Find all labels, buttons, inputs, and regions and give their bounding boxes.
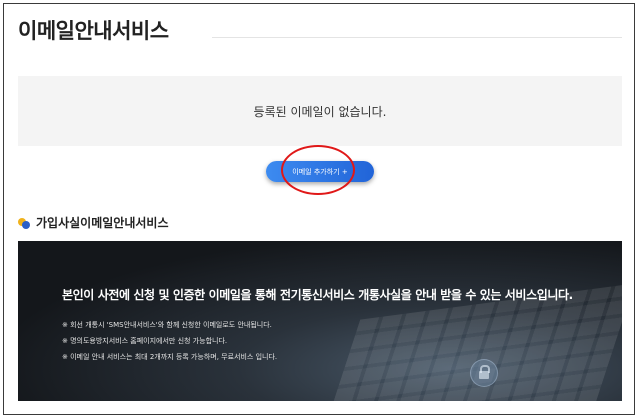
page-title: 이메일안내서비스 bbox=[18, 19, 169, 43]
title-divider bbox=[212, 37, 622, 38]
add-email-button[interactable]: 이메일 추가하기 + bbox=[266, 161, 374, 182]
lock-icon bbox=[470, 359, 498, 387]
banner-note: ※ 명의도용방지서비스 홈페이지에서만 신청 가능합니다. bbox=[62, 337, 228, 345]
empty-message: 등록된 이메일이 없습니다. bbox=[253, 104, 387, 119]
add-email-button-label: 이메일 추가하기 + bbox=[292, 167, 348, 176]
banner-notes: ※ 회선 개통시 'SMS안내서비스'와 함께 신청한 이메일로도 안내됩니다.… bbox=[62, 317, 277, 365]
section-bullet-icon bbox=[18, 217, 30, 229]
banner-headline: 본인이 사전에 신청 및 인증한 이메일을 통해 전기통신서비스 개통사실을 안… bbox=[62, 288, 573, 302]
banner-note: ※ 회선 개통시 'SMS안내서비스'와 함께 신청한 이메일로도 안내됩니다. bbox=[62, 321, 272, 329]
email-list-empty-box: 등록된 이메일이 없습니다. bbox=[18, 76, 622, 146]
info-banner: 본인이 사전에 신청 및 인증한 이메일을 통해 전기통신서비스 개통사실을 안… bbox=[18, 241, 622, 401]
section-title: 가입사실이메일안내서비스 bbox=[36, 216, 169, 230]
section-header: 가입사실이메일안내서비스 bbox=[18, 214, 168, 231]
banner-note: ※ 이메일 안내 서비스는 최대 2개까지 등록 가능하며, 무료서비스 입니다… bbox=[62, 353, 278, 361]
